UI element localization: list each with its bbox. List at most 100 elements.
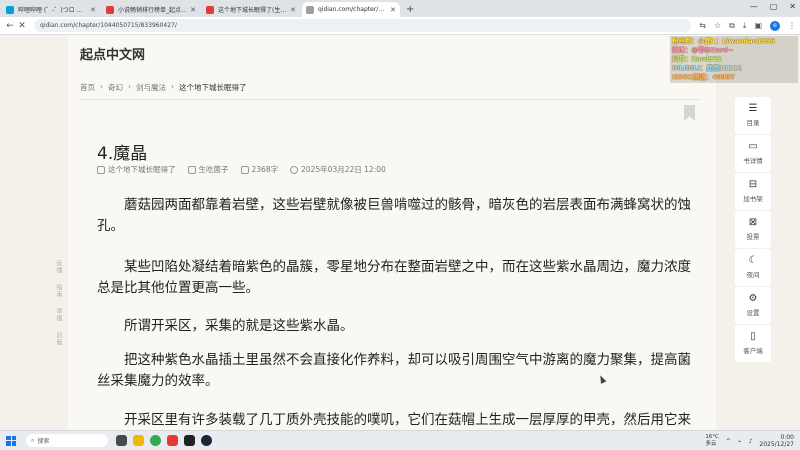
network-icon[interactable]: ⌁: [738, 438, 742, 445]
clock[interactable]: 0:00 2025/12/27: [759, 434, 794, 448]
star-icon[interactable]: ☆: [714, 21, 721, 30]
guide-link[interactable]: 指南: [53, 284, 63, 298]
tab-favicon-icon: [206, 5, 214, 14]
chapter-paragraph: 蘑菇园两面都靠着岩壁，这些岩壁就像被巨兽啃噬过的骸骨，暗灰色的岩层表面布满蜂窝状…: [97, 197, 691, 234]
header-divider: [80, 99, 700, 100]
tab-label: 哔哩哔哩 (゜-゜)つロ 干杯~-bilibili: [18, 7, 87, 14]
volume-icon[interactable]: ♪: [749, 438, 753, 445]
meta-wordcount: 2368字: [240, 164, 278, 175]
book-details-button[interactable]: ▭ 书详情: [735, 135, 771, 172]
breadcrumb-item-book[interactable]: 这个地下城长眠得了: [179, 82, 247, 93]
book-icon: [97, 165, 105, 174]
meta-author[interactable]: 生吃菌子: [187, 164, 229, 175]
minimize-icon[interactable]: —: [750, 2, 758, 11]
breadcrumb-separator: ›: [100, 82, 103, 91]
clock-icon: [290, 165, 299, 174]
overlay-line: 粉丝群：小鹿1：Liwandao1995: [672, 37, 776, 45]
chapter-title: 4.魔晶: [97, 144, 148, 164]
browser-tab-book[interactable]: 这个地下城长眠得了(生吃菌子) ✕: [202, 2, 300, 17]
tab-label: qidian.com/chapter/10440571: [318, 6, 387, 13]
catalog-button[interactable]: ☰ 目录: [735, 97, 771, 134]
extensions-icon[interactable]: ⧉: [729, 21, 735, 31]
profile-avatar[interactable]: e: [770, 20, 780, 31]
chapter-meta: 这个地下城长眠得了 生吃菌子 2368字 2025年03月22日 12:00: [97, 164, 386, 175]
wordcount-icon: [240, 165, 249, 174]
feedback-link[interactable]: 反馈: [53, 260, 63, 274]
close-window-icon[interactable]: ✕: [789, 2, 796, 11]
app-game-icon[interactable]: [184, 435, 195, 446]
file-explorer-icon[interactable]: [133, 435, 144, 446]
tab-favicon-icon: [306, 5, 314, 14]
system-tray: 16°C 多云 ^ ⌁ ♪ 0:00 2025/12/27: [705, 434, 794, 448]
taskbar-apps: [116, 435, 212, 446]
close-icon[interactable]: ✕: [290, 6, 296, 14]
tab-favicon-icon: [106, 5, 114, 14]
chapter-paragraph: 把这种紫色水晶插土里虽然不会直接化作养料，却可以吸引周围空气中游离的魔力聚集，提…: [97, 352, 691, 389]
settings-button[interactable]: ⚙ 设置: [735, 287, 771, 324]
browser-toolbar: ← ✕ qidian.com/chapter/1044050715/833960…: [0, 17, 800, 35]
stream-info-overlay: 粉丝群：小鹿1：Liwandao1995 微博：@菲尔Zard~ 抖音：Zard…: [670, 36, 798, 83]
side-links: 反馈 指南 举报 旧版: [53, 260, 63, 346]
window-controls: — ▢ ✕: [750, 2, 796, 11]
tab-label: 这个地下城长眠得了(生吃菌子): [218, 7, 287, 14]
close-icon[interactable]: ✕: [190, 6, 196, 14]
chapter-paragraph: 某些凹陷处凝结着暗紫色的晶簇，零星地分布在整面岩壁之中，而在这些紫水晶周边，魔力…: [97, 259, 691, 296]
site-logo[interactable]: 起点中文网: [80, 44, 145, 63]
book-open-icon: ▭: [748, 141, 758, 152]
steam-icon[interactable]: [201, 435, 212, 446]
phone-icon: ▯: [750, 331, 756, 342]
tab-strip: 哔哩哔哩 (゜-゜)つロ 干杯~-bilibili ✕ 小说畅销排行榜单_起点小…: [0, 0, 800, 17]
ticket-icon: ⊠: [748, 217, 758, 228]
breadcrumb-item-category[interactable]: 奇幻: [108, 82, 123, 93]
breadcrumb: 首页 › 奇幻 › 剑与魔法 › 这个地下城长眠得了: [80, 82, 247, 93]
add-shelf-button[interactable]: ⊟ 加书架: [735, 173, 771, 210]
client-button[interactable]: ▯ 客户端: [735, 325, 771, 362]
breadcrumb-item-subcategory[interactable]: 剑与魔法: [136, 82, 166, 93]
sidebar-icon[interactable]: ▣: [754, 21, 762, 30]
moon-icon: ☾: [748, 255, 758, 266]
night-mode-button[interactable]: ☾ 夜间: [735, 249, 771, 286]
task-view-icon[interactable]: [116, 435, 127, 446]
close-icon[interactable]: ✕: [390, 6, 396, 14]
browser-tab-chapter[interactable]: qidian.com/chapter/10440571 ✕: [302, 2, 400, 17]
page-body: 起点中文网 首页 › 奇幻 › 剑与魔法 › 这个地下城长眠得了 4.魔晶 这个…: [0, 35, 800, 430]
breadcrumb-separator: ›: [128, 82, 131, 91]
meta-book[interactable]: 这个地下城长眠得了: [97, 164, 176, 175]
browser-tab-bilibili[interactable]: 哔哩哔哩 (゜-゜)つロ 干杯~-bilibili ✕: [2, 2, 100, 17]
overlay-line: 抖音：Zard921: [672, 55, 723, 63]
vote-button[interactable]: ⊠ 投票: [735, 211, 771, 248]
reload-icon[interactable]: ✕: [16, 21, 28, 31]
app-red-icon[interactable]: [167, 435, 178, 446]
old-version-link[interactable]: 旧版: [53, 332, 63, 346]
overlay-line: BILIBILI：鹿鹿11111: [672, 64, 742, 72]
weather-widget[interactable]: 16°C 多云: [705, 434, 719, 448]
reader-tool-panel: ☰ 目录 ▭ 书详情 ⊟ 加书架 ⊠ 投票 ☾ 夜间 ⚙ 设置 ▯ 客户端: [735, 97, 771, 363]
browser-tab-ranking[interactable]: 小说畅销排行榜单_起点小说网 ✕: [102, 2, 200, 17]
tray-chevron-icon[interactable]: ^: [726, 438, 731, 445]
address-bar[interactable]: qidian.com/chapter/1044050715/833960427/: [34, 19, 692, 32]
tab-label: 小说畅销排行榜单_起点小说网: [118, 7, 188, 14]
chrome-icon[interactable]: [150, 435, 161, 446]
chapter-paragraph: 开采区里有许多装载了几丁质外壳技能的噗叽，它们在菇帽上生成一层厚厚的甲壳，然后用…: [124, 412, 691, 428]
close-icon[interactable]: ✕: [90, 6, 96, 14]
taskbar-search[interactable]: ⌕ 搜索: [26, 434, 108, 447]
new-tab-button[interactable]: +: [406, 2, 414, 17]
list-icon: ☰: [748, 103, 758, 114]
report-link[interactable]: 举报: [53, 308, 63, 322]
taskbar: ⌕ 搜索 16°C 多云 ^ ⌁ ♪ 0:00 2025/12/27: [0, 430, 800, 450]
sliders-icon: ⚙: [748, 293, 758, 304]
search-icon: ⌕: [31, 436, 35, 444]
back-arrow-icon[interactable]: ←: [4, 21, 16, 31]
menu-icon[interactable]: ⋮: [788, 21, 796, 30]
breadcrumb-item-home[interactable]: 首页: [80, 82, 95, 93]
meta-date: 2025年03月22日 12:00: [290, 164, 386, 175]
windows-start-icon[interactable]: [6, 435, 16, 446]
download-icon[interactable]: ⤓: [743, 21, 747, 31]
breadcrumb-separator: ›: [171, 82, 174, 91]
overlay-line: KOOK频道：40937: [672, 73, 735, 81]
shelf-icon: ⊟: [748, 179, 758, 190]
overlay-line: 微博：@菲尔Zard~: [672, 46, 734, 54]
maximize-icon[interactable]: ▢: [770, 2, 778, 11]
translate-icon[interactable]: ⇆: [699, 21, 706, 30]
chapter-paragraph: 所谓开采区，采集的就是这些紫水晶。: [124, 318, 354, 334]
